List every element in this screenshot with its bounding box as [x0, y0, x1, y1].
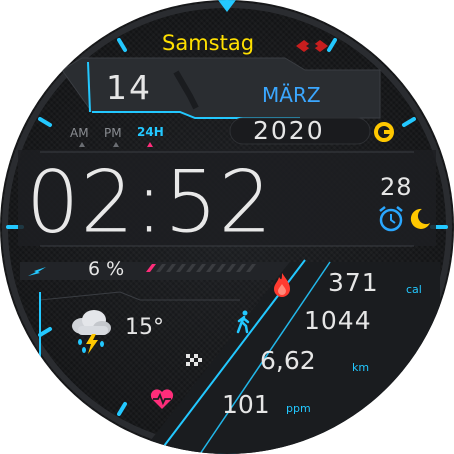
day-name: Samstag	[162, 31, 255, 55]
year: 2020	[253, 116, 325, 145]
thunderstorm-cloud-icon	[72, 310, 111, 354]
heart-pulse-icon[interactable]	[150, 388, 174, 410]
am-label[interactable]: AM	[70, 127, 89, 139]
distance-unit: km	[352, 361, 370, 374]
time-display: 02:52	[26, 152, 274, 252]
g-badge-icon[interactable]	[374, 122, 394, 142]
time-format-indicators	[79, 142, 153, 147]
battery-percent: 6 %	[88, 258, 125, 280]
pm-label[interactable]: PM	[104, 127, 122, 139]
alarm-clock-icon[interactable]	[376, 204, 406, 234]
steps-value: 1044	[304, 306, 372, 335]
finish-flag-icon[interactable]	[186, 354, 202, 366]
distance-value: 6,62	[260, 346, 316, 375]
h24-label[interactable]: 24H	[137, 126, 164, 138]
calories-value: 371	[328, 268, 379, 297]
heart-rate-unit: ppm	[286, 402, 311, 415]
month-name: MÄRZ	[262, 83, 321, 107]
calories-unit: cal	[406, 283, 422, 296]
moon-icon[interactable]	[406, 206, 432, 232]
heart-rate-value: 101	[222, 390, 270, 419]
flame-icon[interactable]	[272, 272, 292, 298]
watch-face: Samstag 14 MÄRZ AM PM 24H 2020 02:52 28 …	[0, 0, 454, 454]
date-day: 14	[106, 68, 152, 107]
seconds-display: 28	[380, 173, 413, 201]
temperature: 15°	[125, 315, 164, 340]
lightning-icon	[28, 267, 46, 276]
walking-person-icon[interactable]	[234, 310, 254, 334]
logo-icon	[296, 40, 328, 52]
